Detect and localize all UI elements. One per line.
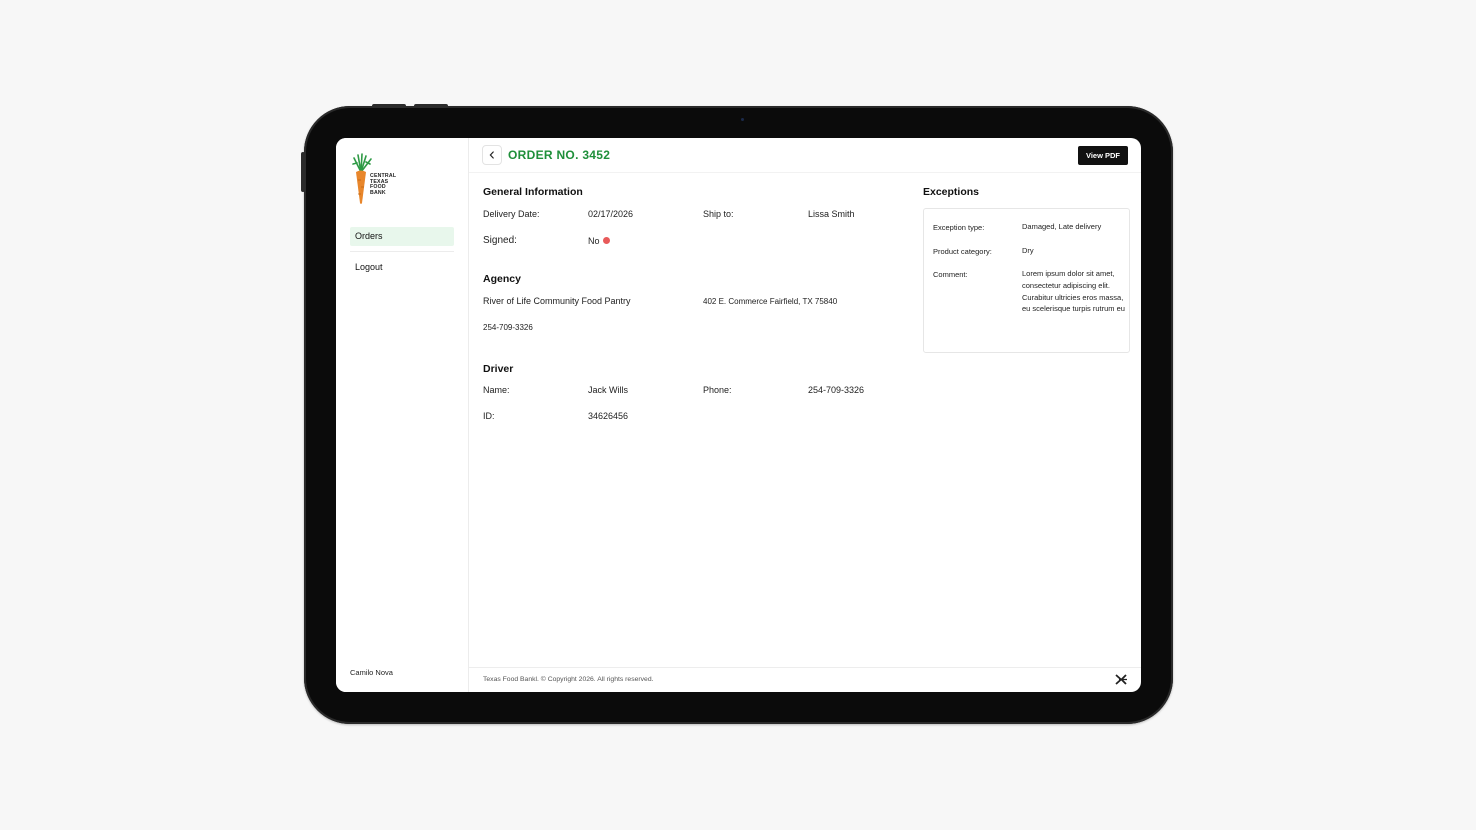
driver-name-label: Name: <box>483 385 510 395</box>
footer-copyright: Texas Food Bankl. © Copyright 2026. All … <box>483 676 654 683</box>
ship-to-value: Lissa Smith <box>808 209 855 219</box>
agency-address: 402 E. Commerce Fairfield, TX 75840 <box>703 297 838 306</box>
back-button[interactable] <box>482 145 502 165</box>
exception-type-label: Exception type: <box>933 223 985 232</box>
comment-value: Lorem ipsum dolor sit amet, consectetur … <box>1022 269 1125 314</box>
brand-mark-icon <box>1115 674 1127 685</box>
nav-divider <box>350 251 454 252</box>
ship-to-label: Ship to: <box>703 209 734 219</box>
driver-id-label: ID: <box>483 411 495 421</box>
signed-label: Signed: <box>483 235 517 246</box>
exceptions-title: Exceptions <box>923 186 980 198</box>
driver-name-value: Jack Wills <box>588 385 628 395</box>
sidebar-item-logout[interactable]: Logout <box>350 258 454 277</box>
driver-phone-label: Phone: <box>703 385 732 395</box>
volume-up-button <box>372 104 406 108</box>
view-pdf-button[interactable]: View PDF <box>1078 146 1128 165</box>
user-name: Camilo Nova <box>350 668 393 677</box>
power-button <box>301 152 305 192</box>
header-divider <box>469 172 1141 173</box>
driver-title: Driver <box>483 363 514 375</box>
logo-wordmark: CENTRAL TEXAS FOOD BANK <box>370 173 397 196</box>
agency-title: Agency <box>483 273 521 285</box>
driver-phone-value: 254-709-3326 <box>808 385 865 395</box>
footer-divider <box>469 667 1141 668</box>
exception-type-value: Damaged, Late delivery <box>1022 222 1102 231</box>
driver-id-value: 34626456 <box>588 411 629 421</box>
delivery-date-value: 02/17/2026 <box>588 209 634 219</box>
exceptions-card: Exception type: Damaged, Late delivery P… <box>923 208 1130 353</box>
general-info-title: General Information <box>483 186 583 198</box>
main-content: ORDER NO. 3452 View PDF General Informat… <box>469 138 1141 692</box>
signed-value: No <box>588 236 600 246</box>
signed-status: No <box>588 236 610 246</box>
comment-label: Comment: <box>933 270 968 279</box>
sidebar-item-orders[interactable]: Orders <box>350 227 454 246</box>
delivery-date-label: Delivery Date: <box>483 209 540 219</box>
status-dot-icon <box>602 237 610 245</box>
page-title: ORDER NO. 3452 <box>508 148 611 162</box>
front-camera <box>741 118 744 121</box>
agency-name: River of Life Community Food Pantry <box>483 296 631 306</box>
sidebar: CENTRAL TEXAS FOOD BANK Orders Logout Ca… <box>336 138 469 692</box>
agency-phone: 254-709-3326 <box>483 323 533 332</box>
chevron-left-icon <box>489 151 494 159</box>
product-category-label: Product category: <box>933 247 992 256</box>
volume-down-button <box>414 104 448 108</box>
product-category-value: Dry <box>1022 246 1034 255</box>
app-screen: CENTRAL TEXAS FOOD BANK Orders Logout Ca… <box>336 138 1141 692</box>
